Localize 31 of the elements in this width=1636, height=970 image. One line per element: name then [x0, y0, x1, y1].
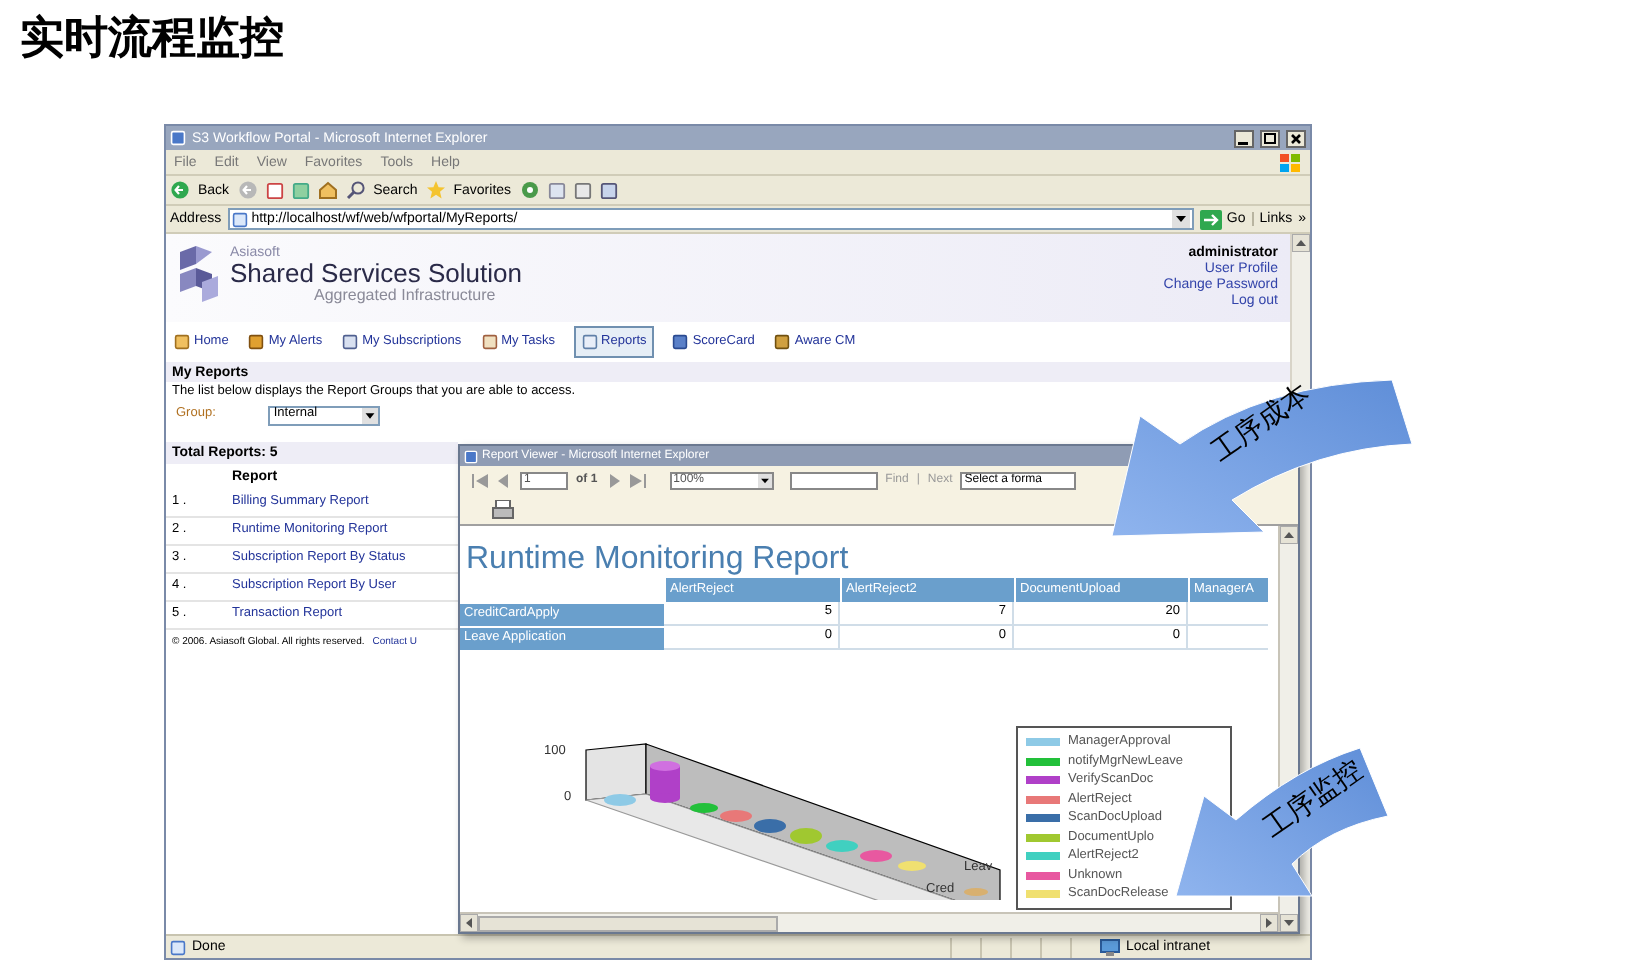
- go-arrow-icon[interactable]: [1200, 209, 1223, 229]
- page-title: 实时流程监控: [18, 10, 286, 66]
- scroll-right-arrow-icon[interactable]: [1260, 914, 1278, 932]
- scrollbar[interactable]: [460, 912, 1278, 932]
- close-button[interactable]: [1286, 129, 1306, 147]
- previous-page-icon[interactable]: [496, 473, 512, 487]
- brand-tagline: Aggregated Infrastructure: [314, 288, 498, 304]
- annotation-text: 工序成本: [1206, 378, 1314, 466]
- back-icon[interactable]: [170, 180, 190, 200]
- scroll-up-arrow-icon[interactable]: [1280, 526, 1298, 544]
- computer-icon: [1100, 938, 1120, 956]
- next-page-icon[interactable]: [605, 473, 622, 487]
- scroll-left-arrow-icon[interactable]: [460, 914, 478, 932]
- scroll-down-arrow-icon[interactable]: [1280, 914, 1298, 932]
- brand-name: Shared Services Solution: [230, 260, 522, 288]
- first-page-icon[interactable]: [472, 473, 488, 487]
- restore-button[interactable]: [1260, 129, 1280, 147]
- annotation-text: 工序监控: [1258, 754, 1366, 842]
- scroll-up-arrow-icon[interactable]: [1292, 234, 1310, 252]
- search-icon[interactable]: [345, 180, 366, 200]
- dropdown-caret-icon[interactable]: [1172, 210, 1191, 228]
- star-icon[interactable]: [425, 180, 446, 200]
- find-field[interactable]: [789, 471, 878, 489]
- report-title: Runtime Monitoring Report: [464, 540, 851, 578]
- dropdown-caret-icon[interactable]: [361, 407, 378, 423]
- home-icon[interactable]: [317, 180, 338, 200]
- last-page-icon[interactable]: [629, 473, 646, 487]
- windows-logo-icon: [1278, 151, 1302, 173]
- forward-icon[interactable]: [237, 180, 258, 200]
- dropdown-caret-icon[interactable]: [757, 473, 772, 487]
- minimize-button[interactable]: [1234, 129, 1254, 147]
